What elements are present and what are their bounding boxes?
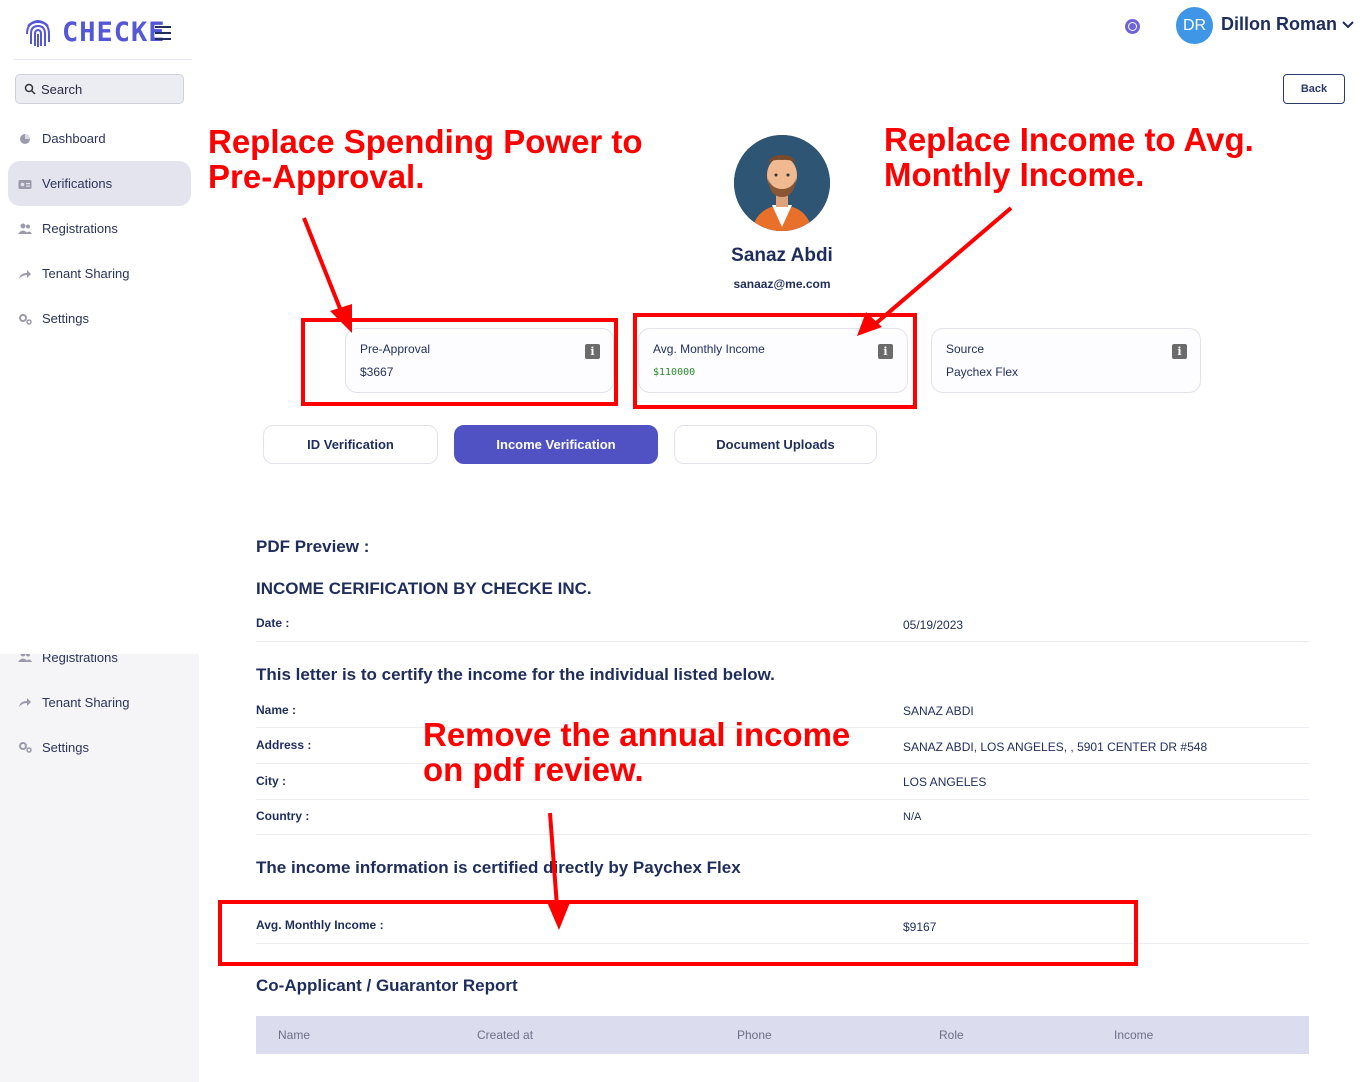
- coapplicant-title: Co-Applicant / Guarantor Report: [256, 976, 518, 995]
- stat-card-source: Source Paychex Flex i: [931, 328, 1201, 393]
- profile-avatar: [734, 135, 830, 231]
- search-input[interactable]: [41, 81, 171, 97]
- user-avatar[interactable]: DR: [1176, 7, 1213, 44]
- stat-value: Paychex Flex: [946, 365, 1019, 379]
- column-header-name: Name: [278, 1028, 311, 1042]
- sidebar-item-label: Verifications: [42, 176, 113, 191]
- gears-icon: [18, 313, 32, 325]
- column-header-role: Role: [939, 1028, 964, 1042]
- annotation-text-annual-income: Remove the annual income on pdf review.: [423, 716, 851, 788]
- user-name[interactable]: Dillon Roman: [1221, 14, 1337, 35]
- id-card-icon: [18, 178, 32, 190]
- logo-text: CHECKE: [62, 16, 166, 48]
- country-value: N/A: [903, 811, 922, 823]
- profile-name: Sanaz Abdi: [731, 245, 833, 266]
- certified-title: The income information is certified dire…: [256, 858, 741, 877]
- top-bar: CHECKE DR Dillon Roman: [0, 0, 1366, 53]
- stat-label: Source: [946, 342, 985, 356]
- sidebar-item-dashboard[interactable]: Dashboard: [8, 116, 191, 161]
- city-label: City :: [256, 774, 286, 788]
- annotation-box-monthly-income: [218, 900, 1138, 966]
- profile-email: sanaaz@me.com: [733, 277, 831, 291]
- annotation-box-income: [633, 313, 917, 409]
- ghost-nav-label: Tenant Sharing: [42, 694, 130, 710]
- logo[interactable]: CHECKE: [24, 16, 166, 48]
- users-icon: [18, 223, 32, 235]
- back-button[interactable]: Back: [1283, 74, 1345, 104]
- sidebar-divider: [14, 59, 192, 60]
- sidebar-item-label: Settings: [42, 311, 89, 326]
- gears-icon: [18, 741, 32, 753]
- name-label: Name :: [256, 703, 297, 717]
- share-icon: [18, 696, 32, 708]
- globe-icon[interactable]: [1125, 19, 1140, 34]
- fingerprint-icon: [26, 20, 50, 47]
- sidebar-item-settings[interactable]: Settings: [8, 296, 191, 341]
- annotation-text-spending-power: Replace Spending Power to Pre-Approval.: [208, 123, 643, 195]
- menu-icon[interactable]: [155, 26, 171, 40]
- divider: [256, 834, 1309, 835]
- sidebar-item-verifications[interactable]: Verifications: [8, 161, 191, 206]
- ghost-nav-label: Settings: [42, 739, 89, 755]
- sidebar-item-tenant-sharing[interactable]: Tenant Sharing: [8, 251, 191, 296]
- ghost-nav-settings[interactable]: Settings: [8, 732, 89, 762]
- date-label: Date :: [256, 616, 290, 630]
- search-icon: [24, 83, 36, 95]
- coapplicant-table-header: Name Created at Phone Role Income: [256, 1016, 1309, 1054]
- search-box[interactable]: [15, 74, 184, 104]
- letter-title: This letter is to certify the income for…: [256, 665, 775, 684]
- country-label: Country :: [256, 809, 310, 823]
- sidebar-item-label: Registrations: [42, 221, 118, 236]
- share-icon: [18, 268, 32, 280]
- pie-chart-icon: [18, 133, 32, 145]
- divider: [256, 641, 1309, 642]
- sidebar-item-registrations[interactable]: Registrations: [8, 206, 191, 251]
- address-value: SANAZ ABDI, LOS ANGELES, , 5901 CENTER D…: [903, 740, 1208, 754]
- tab-income-verification[interactable]: Income Verification: [454, 425, 658, 464]
- address-label: Address :: [256, 738, 312, 752]
- column-header-created: Created at: [477, 1028, 534, 1042]
- person-illustration-icon: [734, 135, 830, 231]
- ghost-nav-tenant-sharing[interactable]: Tenant Sharing: [8, 687, 129, 717]
- annotation-box-pre-approval: [301, 318, 618, 406]
- name-value: SANAZ ABDI: [903, 704, 974, 718]
- tab-document-uploads[interactable]: Document Uploads: [674, 425, 877, 464]
- divider: [256, 799, 1309, 800]
- certification-title: INCOME CERIFICATION BY CHECKE INC.: [256, 579, 592, 598]
- pdf-preview-title: PDF Preview :: [256, 537, 370, 556]
- annotation-text-income: Replace Income to Avg. Monthly Income.: [884, 121, 1254, 193]
- sidebar-item-label: Tenant Sharing: [42, 266, 130, 281]
- tab-id-verification[interactable]: ID Verification: [263, 425, 438, 464]
- column-header-income: Income: [1114, 1028, 1154, 1042]
- info-icon[interactable]: i: [1172, 344, 1187, 359]
- column-header-phone: Phone: [737, 1028, 772, 1042]
- sidebar-item-label: Dashboard: [42, 131, 106, 146]
- date-value: 05/19/2023: [903, 618, 964, 632]
- chevron-down-icon[interactable]: [1342, 18, 1354, 30]
- city-value: LOS ANGELES: [903, 775, 987, 789]
